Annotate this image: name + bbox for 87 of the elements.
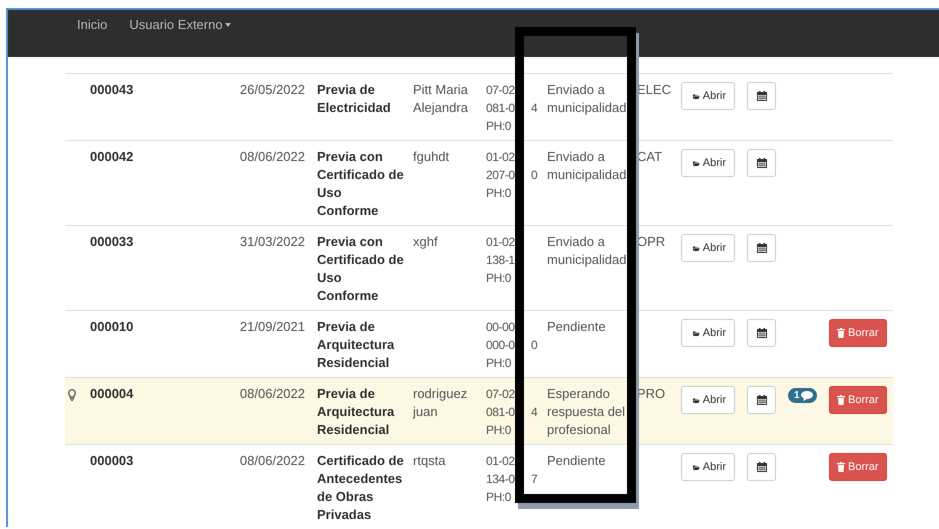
- date-text: 08/06/2022: [240, 149, 305, 164]
- date-text: 31/03/2022: [240, 234, 305, 249]
- folder-icon: [693, 92, 700, 100]
- folder-icon: [693, 244, 700, 252]
- open-button[interactable]: Abrir: [681, 149, 735, 177]
- record-id: 000004: [90, 386, 134, 401]
- address-text: 01-02: [486, 453, 516, 470]
- address-text: 01-02: [486, 149, 516, 166]
- calendar-button[interactable]: [747, 234, 776, 262]
- folder-icon: [693, 158, 700, 168]
- applicant-name: rtqsta: [413, 453, 446, 468]
- calendar-icon: [756, 328, 766, 338]
- folder-icon: [693, 462, 700, 472]
- record-id: 000003: [90, 453, 134, 468]
- address-text: 081-0: [486, 404, 516, 421]
- status-text: Enviado a municipalidad: [547, 82, 626, 115]
- applicant-name: fguhdt: [413, 149, 450, 164]
- address-text: 7: [531, 471, 538, 488]
- trash-icon: [837, 328, 845, 338]
- procedure-type: Certificado de Antecedentes de Obras Privadas: [317, 453, 404, 522]
- applicant-name: Pitt Maria Alejandra: [413, 82, 468, 115]
- comment-count-badge[interactable]: 1: [788, 388, 817, 403]
- address-text: PH:0: [486, 185, 512, 202]
- trash-icon: [837, 395, 845, 405]
- address-text: 07-02: [486, 82, 516, 99]
- applicant-name: xghf: [413, 234, 438, 249]
- date-text: 21/09/2021: [240, 319, 305, 334]
- status-text: Pendiente: [547, 319, 606, 334]
- calendar-icon: [756, 395, 766, 405]
- address-text: 4: [531, 100, 538, 117]
- calendar-icon: [756, 91, 766, 101]
- address-text: PH:0: [486, 355, 512, 372]
- address-text: 138-1: [486, 252, 516, 269]
- procedure-type: Previa de Arquitectura Residencial: [317, 386, 394, 437]
- delete-button[interactable]: Borrar: [829, 319, 887, 347]
- record-id: 000033: [90, 234, 134, 249]
- address-text: PH:0: [486, 422, 512, 439]
- status-text: Enviado a municipalidad: [547, 234, 626, 267]
- date-text: 08/06/2022: [240, 453, 305, 468]
- address-text: PH:0: [486, 270, 512, 287]
- procedure-type: Previa de Electricidad: [317, 82, 391, 115]
- address-text: 4: [531, 404, 538, 421]
- folder-icon: [693, 328, 700, 338]
- open-button[interactable]: Abrir: [681, 453, 735, 481]
- calendar-button[interactable]: [747, 82, 776, 110]
- calendar-button[interactable]: [747, 319, 776, 347]
- record-id: 000042: [90, 149, 134, 164]
- address-text: 081-0: [486, 100, 516, 117]
- folder-icon: [693, 396, 700, 404]
- open-button[interactable]: Abrir: [681, 82, 735, 110]
- status-text: Enviado a municipalidad: [547, 149, 626, 182]
- calendar-button[interactable]: [747, 149, 776, 177]
- status-text: Esperando respuesta del profesional: [547, 386, 626, 437]
- address-text: 000-0: [486, 337, 516, 354]
- record-id: 000010: [90, 319, 134, 334]
- address-text: PH:0: [486, 489, 512, 506]
- date-text: 26/05/2022: [240, 82, 305, 97]
- open-button[interactable]: Abrir: [681, 234, 735, 262]
- procedure-type: Previa con Certificado de Uso Conforme: [317, 234, 404, 303]
- record-id: 000043: [90, 82, 134, 97]
- address-text: 207-0: [486, 167, 516, 184]
- address-text: 134-0: [486, 471, 516, 488]
- nav-link[interactable]: Inicio: [77, 16, 108, 34]
- address-text: 01-02: [486, 234, 516, 251]
- applicant-name: rodriguez juan: [413, 386, 468, 419]
- caret-icon: [224, 23, 231, 27]
- delete-button[interactable]: Borrar: [829, 453, 887, 481]
- calendar-icon: [756, 243, 766, 253]
- trash-icon: [837, 462, 845, 472]
- procedure-type: Previa con Certificado de Uso Conforme: [317, 149, 404, 218]
- status-text: Pendiente: [547, 453, 606, 468]
- open-button[interactable]: Abrir: [681, 386, 735, 414]
- address-text: PH:0: [486, 118, 512, 135]
- date-text: 08/06/2022: [240, 386, 305, 401]
- calendar-button[interactable]: [747, 386, 776, 414]
- address-text: 07-02: [486, 386, 516, 403]
- open-button[interactable]: Abrir: [681, 319, 735, 347]
- calendar-icon: [756, 158, 766, 168]
- procedure-type: Previa de Arquitectura Residencial: [317, 319, 394, 370]
- calendar-button[interactable]: [747, 453, 776, 481]
- user-menu[interactable]: Usuario Externo: [129, 16, 231, 34]
- address-text: 00-00: [486, 319, 516, 336]
- speech-bubble-icon: [800, 390, 813, 400]
- address-text: 0: [531, 167, 538, 184]
- address-text: 0: [531, 337, 538, 354]
- calendar-icon: [756, 462, 766, 472]
- delete-button[interactable]: Borrar: [829, 386, 887, 414]
